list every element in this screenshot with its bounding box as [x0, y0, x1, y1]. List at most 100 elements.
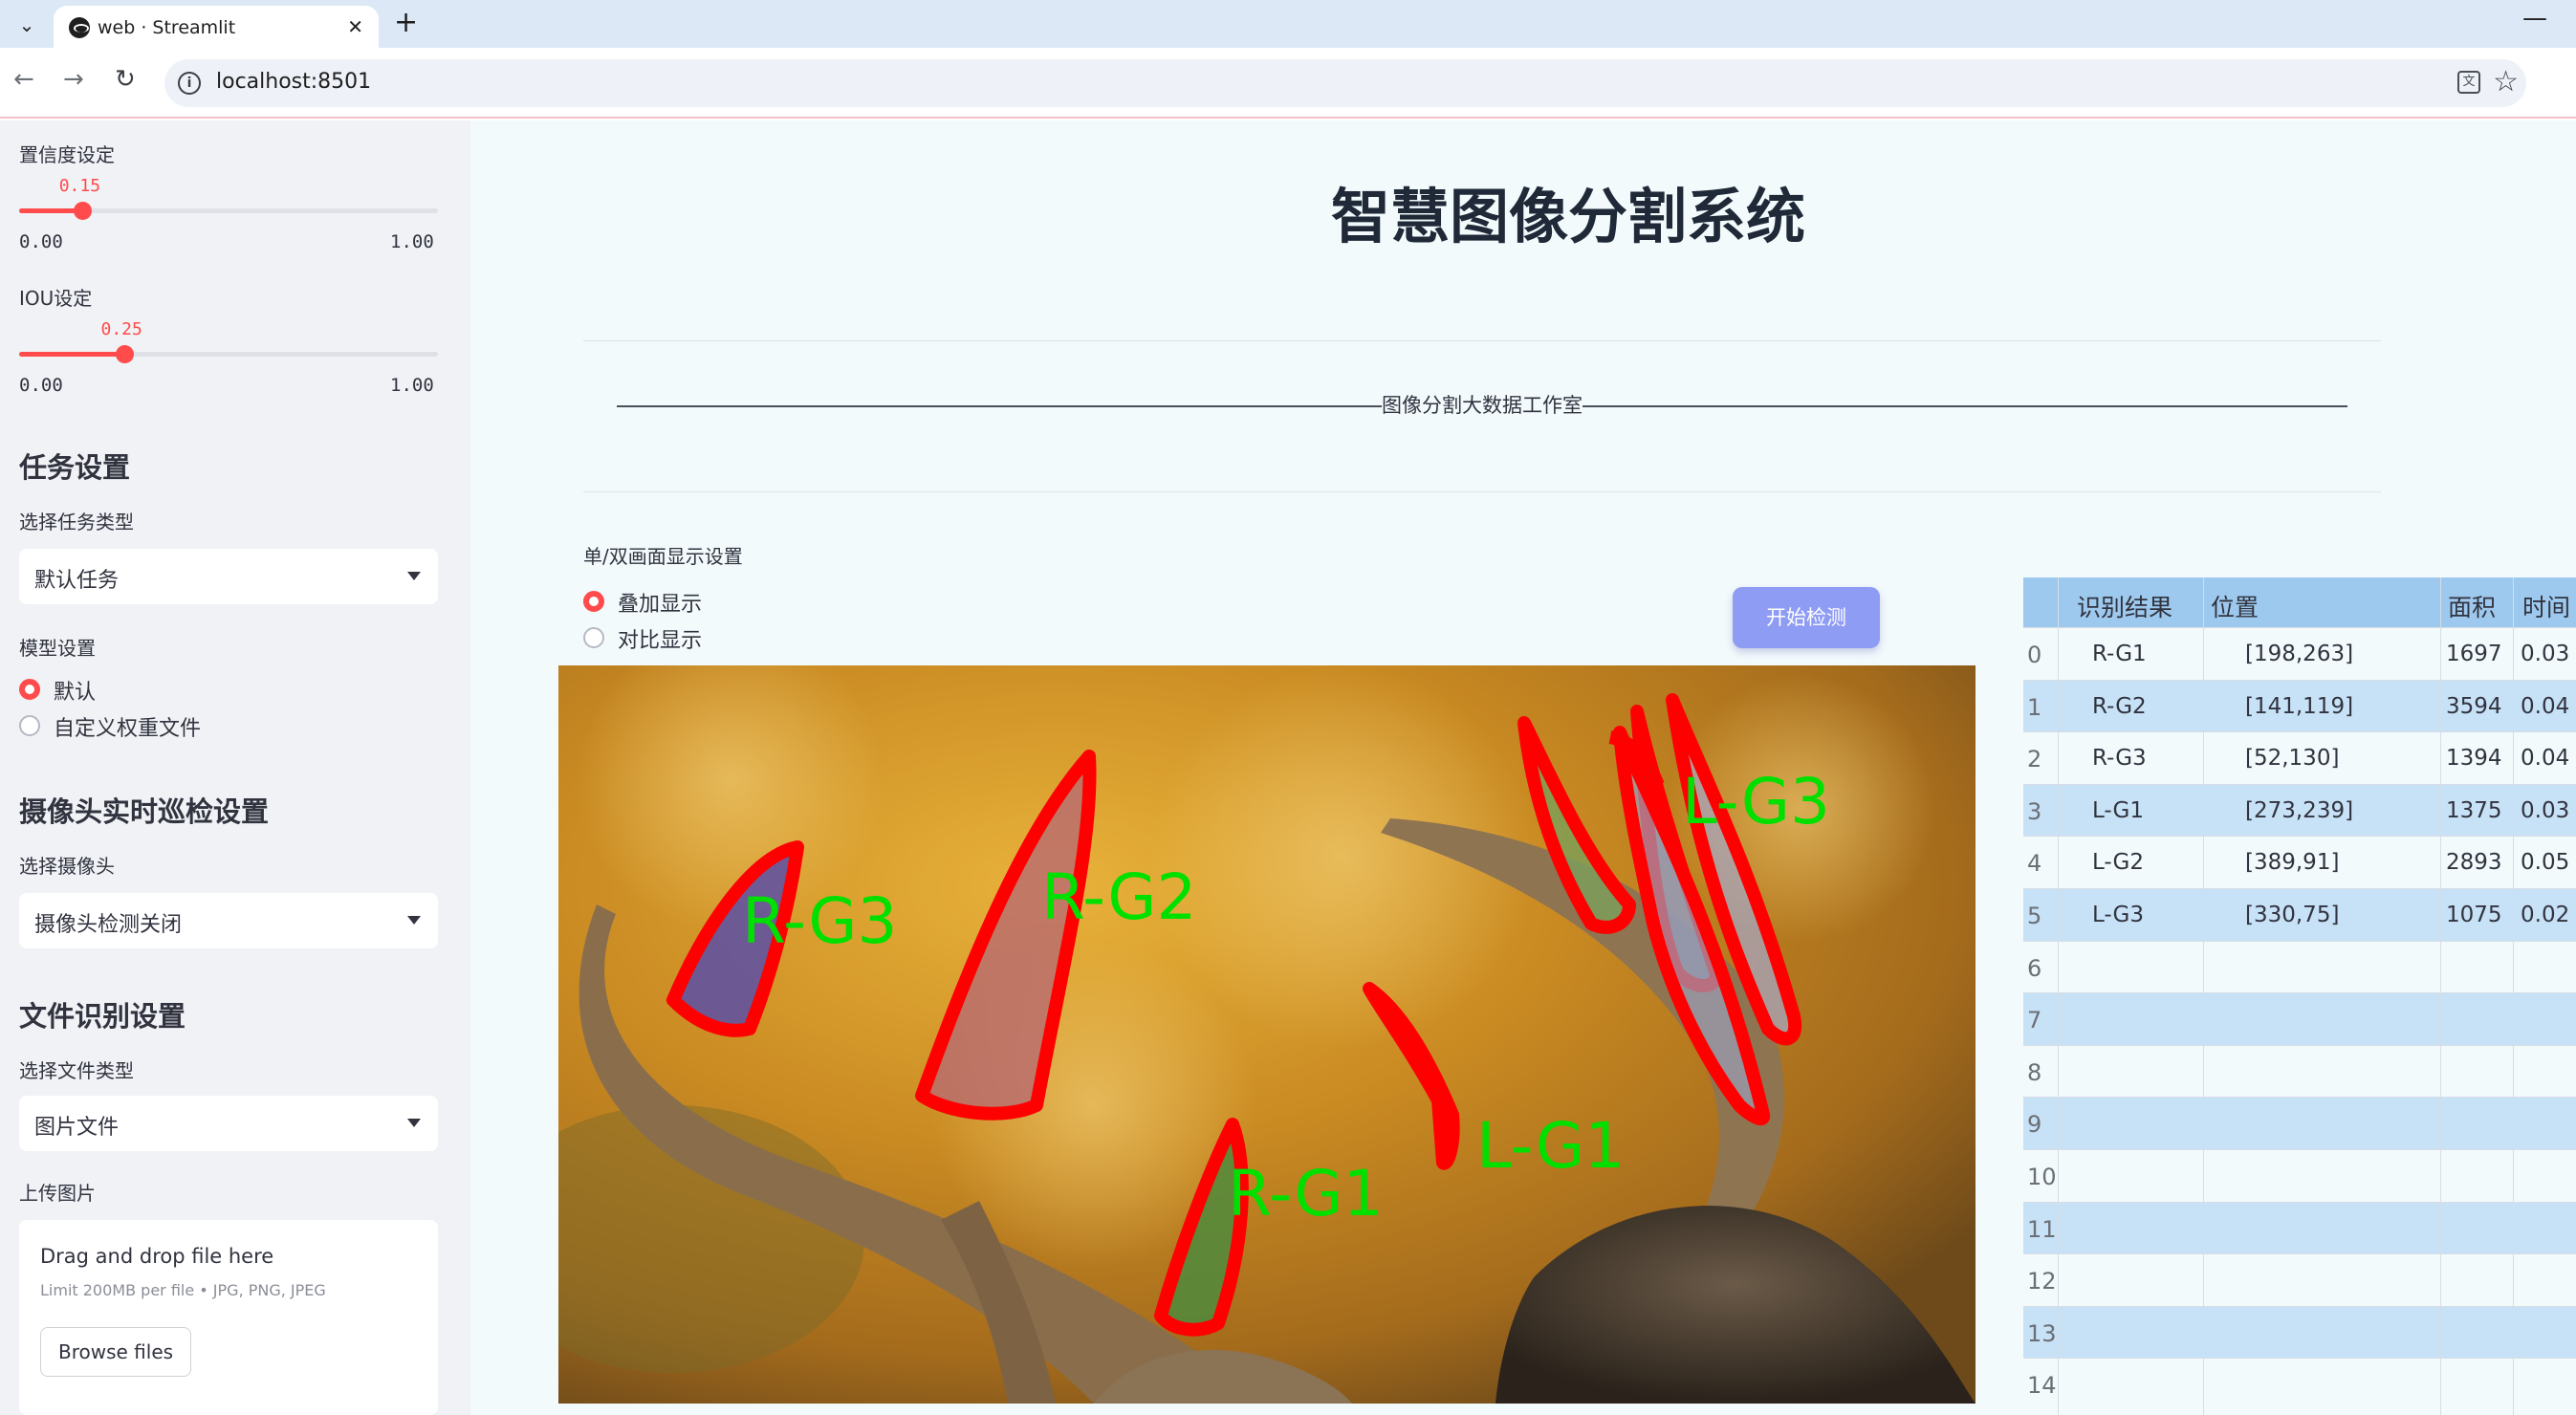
dropzone-title: Drag and drop file here — [40, 1245, 274, 1268]
column-separator — [2058, 577, 2059, 1415]
header-result: 识别结果 — [2077, 594, 2173, 621]
iou-min: 0.00 — [19, 375, 63, 396]
confidence-label: 置信度设定 — [19, 143, 115, 166]
table-row[interactable]: 0 R-G1 [198,263] 1697 0.03 — [2023, 627, 2576, 680]
table-row[interactable]: 11 — [2023, 1201, 2576, 1254]
deer-antler-segmentation: R-G3 R-G2 R-G1 L-G1 L-G3 — [558, 665, 1976, 1404]
row-index: 4 — [2027, 850, 2042, 878]
chevron-down-icon — [407, 572, 421, 580]
table-row[interactable]: 8 — [2023, 1044, 2576, 1098]
table-row[interactable]: 10 — [2023, 1149, 2576, 1202]
row-index: 6 — [2027, 954, 2042, 982]
header-position: 位置 — [2211, 594, 2259, 621]
cell-result: R-G3 — [2092, 746, 2147, 772]
model-option-default-label: 默认 — [54, 681, 97, 705]
page-title: 智慧图像分割系统 — [1331, 182, 1806, 251]
site-info-icon[interactable]: i — [178, 72, 201, 95]
radio-unselected-icon[interactable] — [583, 627, 604, 648]
cell-time: 0.03 — [2521, 797, 2570, 823]
table-row[interactable]: 9 — [2023, 1097, 2576, 1149]
close-tab-icon[interactable]: ✕ — [347, 15, 363, 38]
browser-tab-bar: ⌄ web · Streamlit ✕ + — — [0, 0, 2576, 48]
tab-title: web · Streamlit — [98, 17, 236, 38]
cell-result: L-G2 — [2092, 850, 2145, 876]
radio-selected-icon[interactable] — [583, 591, 604, 612]
table-row[interactable]: 6 — [2023, 940, 2576, 993]
chevron-down-icon — [407, 916, 421, 925]
task-settings-heading: 任务设置 — [19, 451, 131, 484]
iou-slider-thumb[interactable] — [115, 345, 134, 363]
confidence-max: 1.00 — [390, 231, 434, 252]
dash-right — [1583, 405, 2347, 407]
row-index: 1 — [2027, 693, 2042, 721]
cell-result: R-G2 — [2092, 693, 2147, 719]
cell-area: 1075 — [2446, 903, 2502, 927]
new-tab-plus-icon[interactable]: + — [394, 6, 418, 39]
radio-unselected-icon[interactable] — [19, 715, 40, 736]
studio-name: 图像分割大数据工作室 — [1382, 394, 1583, 417]
streamlit-favicon-icon — [69, 17, 90, 38]
row-index: 11 — [2027, 1215, 2057, 1243]
cell-area: 3594 — [2446, 693, 2502, 719]
cell-position: [52,130] — [2245, 746, 2340, 772]
row-index: 5 — [2027, 903, 2042, 929]
divider — [583, 491, 2381, 492]
camera-select[interactable]: 摄像头检测关闭 — [19, 893, 438, 948]
reload-icon[interactable]: ↻ — [115, 65, 136, 94]
row-index: 12 — [2027, 1268, 2057, 1295]
table-row[interactable]: 14 — [2023, 1358, 2576, 1410]
address-bar[interactable]: i localhost:8501 文 ☆ — [164, 59, 2526, 107]
minimize-window-icon[interactable]: — — [2522, 4, 2547, 33]
bookmark-star-icon[interactable]: ☆ — [2493, 65, 2519, 98]
file-dropzone[interactable]: Drag and drop file here Limit 200MB per … — [19, 1220, 438, 1415]
confidence-min: 0.00 — [19, 231, 63, 252]
file-type-select[interactable]: 图片文件 — [19, 1096, 438, 1151]
radio-selected-icon[interactable] — [19, 679, 40, 700]
row-index: 2 — [2027, 746, 2042, 773]
row-index: 14 — [2027, 1372, 2057, 1400]
dash-left — [617, 405, 1382, 407]
tab-search-chevron-icon[interactable]: ⌄ — [11, 10, 42, 40]
label-r-g2: R-G2 — [1041, 860, 1197, 934]
display-mode-compare-label: 对比显示 — [618, 629, 703, 653]
table-row[interactable]: 4 L-G2 [389,91] 2893 0.05 — [2023, 836, 2576, 888]
header-time: 时间 — [2522, 594, 2571, 621]
cell-time: 0.03 — [2521, 642, 2570, 666]
forward-arrow-icon[interactable]: → — [63, 65, 84, 94]
chevron-down-icon — [407, 1119, 421, 1127]
table-row[interactable]: 13 — [2023, 1305, 2576, 1359]
table-row[interactable]: 7 — [2023, 992, 2576, 1045]
task-type-select[interactable]: 默认任务 — [19, 549, 438, 604]
column-separator — [2203, 577, 2204, 1415]
model-option-custom-label: 自定义权重文件 — [54, 717, 202, 741]
confidence-slider[interactable] — [19, 202, 438, 220]
browser-tab[interactable]: web · Streamlit ✕ — [54, 6, 379, 48]
row-index: 9 — [2027, 1111, 2042, 1139]
table-header: 识别结果 位置 面积 时间 — [2023, 577, 2576, 627]
confidence-value: 0.15 — [58, 176, 101, 196]
translate-icon[interactable]: 文 — [2457, 71, 2480, 94]
table-row[interactable]: 1 R-G2 [141,119] 3594 0.04 — [2023, 679, 2576, 732]
task-type-label: 选择任务类型 — [19, 511, 134, 533]
label-r-g3: R-G3 — [742, 884, 898, 958]
back-arrow-icon[interactable]: ← — [13, 65, 34, 94]
cell-result: R-G1 — [2092, 642, 2147, 666]
column-separator — [2513, 577, 2514, 1415]
cell-area: 2893 — [2446, 850, 2502, 876]
row-index: 13 — [2027, 1319, 2057, 1347]
start-detection-button[interactable]: 开始检测 — [1733, 587, 1880, 648]
table-row[interactable]: 12 — [2023, 1253, 2576, 1306]
iou-slider[interactable] — [19, 345, 438, 363]
display-mode-overlay-label: 叠加显示 — [618, 593, 703, 617]
confidence-slider-thumb[interactable] — [73, 202, 92, 220]
table-row[interactable]: 3 L-G1 [273,239] 1375 0.03 — [2023, 783, 2576, 837]
table-row[interactable]: 5 L-G3 [330,75] 1075 0.02 — [2023, 888, 2576, 941]
browse-files-button[interactable]: Browse files — [40, 1327, 192, 1377]
camera-selected: 摄像头检测关闭 — [34, 913, 183, 937]
file-settings-heading: 文件识别设置 — [19, 1000, 186, 1033]
cell-area: 1697 — [2446, 642, 2502, 666]
cell-time: 0.05 — [2521, 850, 2570, 876]
table-row[interactable]: 2 R-G3 [52,130] 1394 0.04 — [2023, 731, 2576, 784]
row-index: 10 — [2027, 1164, 2057, 1190]
display-mode-label: 单/双画面显示设置 — [583, 545, 743, 568]
